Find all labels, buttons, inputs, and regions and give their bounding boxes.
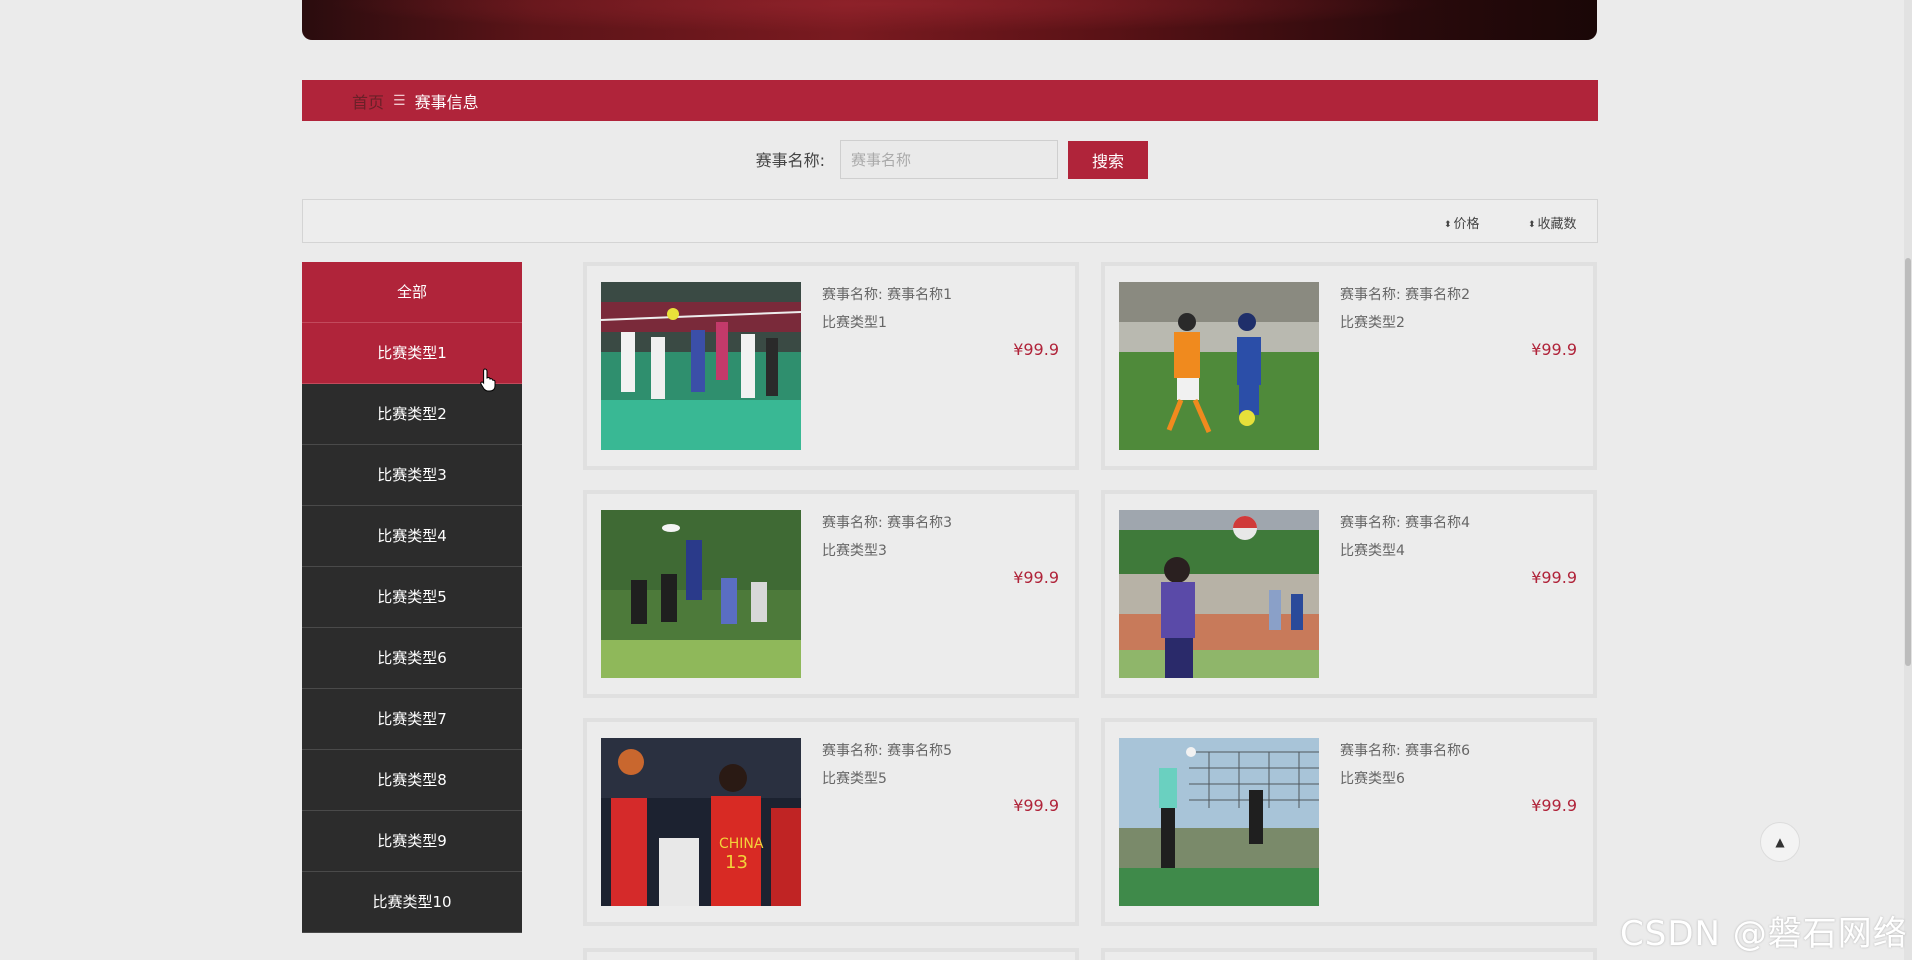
hand-cursor-icon: [480, 368, 496, 392]
event-type: 比赛类型1: [822, 315, 887, 331]
sidebar-item-type-5[interactable]: 比赛类型5: [302, 567, 522, 628]
breadcrumb: 首页 ☰ 赛事信息: [302, 80, 1598, 121]
arrow-up-icon: ▲: [1775, 835, 1785, 849]
event-price: ¥99.9: [1531, 796, 1577, 815]
sidebar-item-type-2[interactable]: 比赛类型2: [302, 384, 522, 445]
sidebar-item-type-9[interactable]: 比赛类型9: [302, 811, 522, 872]
event-card[interactable]: 赛事名称: 赛事名称4 比赛类型4 ¥99.9: [1101, 490, 1597, 698]
soccer-kids-photo: [1119, 282, 1319, 450]
event-card[interactable]: [1101, 948, 1597, 960]
sidebar-item-all[interactable]: 全部: [302, 262, 522, 323]
search-input[interactable]: [840, 140, 1058, 179]
sidebar-item-type-7[interactable]: 比赛类型7: [302, 689, 522, 750]
event-card[interactable]: 赛事名称: 赛事名称2 比赛类型2 ¥99.9: [1101, 262, 1597, 470]
basketball-photo: CHINA 13: [601, 738, 801, 906]
sort-updown-icon: ⬍: [1528, 220, 1536, 230]
back-to-top-button[interactable]: ▲: [1760, 822, 1800, 862]
event-price: ¥99.9: [1531, 568, 1577, 587]
svg-text:13: 13: [725, 852, 748, 873]
event-card[interactable]: 赛事名称: 赛事名称3 比赛类型3 ¥99.9: [583, 490, 1079, 698]
event-name: 赛事名称: 赛事名称1: [822, 287, 953, 303]
volleyball-outdoor-photo: [1119, 510, 1319, 678]
event-name: 赛事名称: 赛事名称6: [1340, 743, 1471, 759]
event-name: 赛事名称: 赛事名称5: [822, 743, 953, 759]
volleyball-net-photo: [1119, 738, 1319, 906]
breadcrumb-current: 赛事信息: [414, 92, 479, 112]
volleyball-indoor-photo: [601, 282, 801, 450]
event-card[interactable]: 赛事名称: 赛事名称1 比赛类型1 ¥99.9: [583, 262, 1079, 470]
event-type: 比赛类型4: [1340, 543, 1405, 559]
sort-updown-icon: ⬍: [1444, 220, 1452, 230]
sidebar-item-type-6[interactable]: 比赛类型6: [302, 628, 522, 689]
event-price: ¥99.9: [1013, 568, 1059, 587]
event-card[interactable]: CHINA 13 赛事名称: 赛事名称5 比赛类型5 ¥99.9: [583, 718, 1079, 926]
event-card[interactable]: 赛事名称: 赛事名称6 比赛类型6 ¥99.9: [1101, 718, 1597, 926]
event-name: 赛事名称: 赛事名称3: [822, 515, 953, 531]
event-price: ¥99.9: [1013, 796, 1059, 815]
event-name: 赛事名称: 赛事名称4: [1340, 515, 1471, 531]
sidebar-item-type-3[interactable]: 比赛类型3: [302, 445, 522, 506]
event-type: 比赛类型3: [822, 543, 887, 559]
svg-text:CHINA: CHINA: [719, 836, 764, 852]
ultimate-frisbee-photo: [601, 510, 801, 678]
scrollbar-thumb[interactable]: [1905, 258, 1911, 666]
breadcrumb-separator-icon: ☰: [393, 92, 406, 109]
sort-favorites-button[interactable]: ⬍ 收藏数: [1528, 213, 1577, 232]
sidebar-item-type-8[interactable]: 比赛类型8: [302, 750, 522, 811]
category-sidebar: 全部 比赛类型1 比赛类型2 比赛类型3 比赛类型4 比赛类型5 比赛类型6 比…: [302, 262, 522, 933]
search-label: 赛事名称:: [755, 151, 825, 170]
event-name: 赛事名称: 赛事名称2: [1340, 287, 1471, 303]
event-type: 比赛类型2: [1340, 315, 1405, 331]
sidebar-item-type-4[interactable]: 比赛类型4: [302, 506, 522, 567]
top-banner-image: [302, 0, 1597, 40]
sidebar-item-type-10[interactable]: 比赛类型10: [302, 872, 522, 933]
event-price: ¥99.9: [1013, 340, 1059, 359]
breadcrumb-home-link[interactable]: 首页: [352, 89, 384, 113]
sort-bar: ⬍ 价格 ⬍ 收藏数: [302, 199, 1598, 243]
event-type: 比赛类型6: [1340, 771, 1405, 787]
search-button[interactable]: 搜索: [1068, 141, 1148, 179]
watermark-text: CSDN @磐石网络: [1620, 914, 1908, 954]
event-card[interactable]: [583, 948, 1079, 960]
sort-price-button[interactable]: ⬍ 价格: [1444, 213, 1480, 232]
event-price: ¥99.9: [1531, 340, 1577, 359]
event-type: 比赛类型5: [822, 771, 887, 787]
